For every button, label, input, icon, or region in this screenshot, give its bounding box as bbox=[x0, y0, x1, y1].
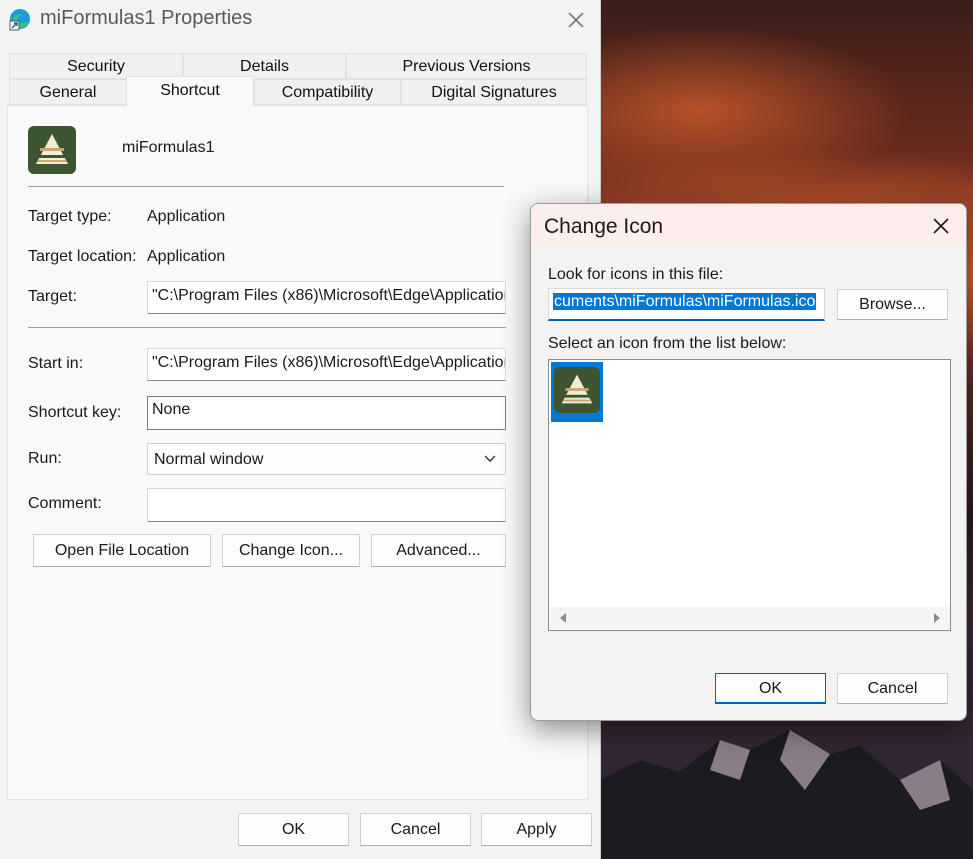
window-title: miFormulas1 Properties bbox=[40, 7, 253, 29]
target-location-label: Target location: bbox=[28, 248, 137, 265]
chevron-down-icon bbox=[484, 455, 496, 462]
start-in-input[interactable]: "C:\Program Files (x86)\Microsoft\Edge\A… bbox=[147, 348, 506, 381]
dialog-ok-button[interactable]: OK bbox=[715, 673, 826, 704]
change-icon-dialog: Change Icon Look for icons in this file:… bbox=[530, 203, 967, 721]
mountain-silhouette bbox=[600, 730, 973, 859]
browse-button[interactable]: Browse... bbox=[837, 289, 948, 320]
look-for-icons-label: Look for icons in this file: bbox=[548, 266, 724, 283]
run-label: Run: bbox=[28, 450, 62, 467]
comment-label: Comment: bbox=[28, 495, 102, 512]
tab-previous-versions[interactable]: Previous Versions bbox=[346, 53, 587, 79]
separator bbox=[28, 186, 504, 187]
close-icon[interactable] bbox=[929, 214, 953, 238]
ok-button[interactable]: OK bbox=[238, 813, 349, 846]
select-icon-label: Select an icon from the list below: bbox=[548, 335, 787, 352]
horizontal-scrollbar[interactable] bbox=[550, 607, 950, 629]
run-select[interactable]: Normal window bbox=[147, 443, 506, 475]
run-select-value: Normal window bbox=[154, 451, 264, 468]
advanced-button[interactable]: Advanced... bbox=[371, 534, 506, 567]
separator bbox=[28, 327, 506, 328]
dialog-cancel-button[interactable]: Cancel bbox=[837, 673, 948, 704]
edge-shortcut-icon bbox=[9, 9, 30, 31]
shortcut-key-input[interactable]: None bbox=[147, 396, 506, 430]
target-label: Target: bbox=[28, 288, 77, 305]
tab-general[interactable]: General bbox=[9, 79, 127, 105]
properties-window: miFormulas1 Properties Security Details … bbox=[0, 0, 601, 859]
miformulas-app-icon bbox=[28, 126, 76, 174]
open-file-location-button[interactable]: Open File Location bbox=[33, 534, 211, 567]
tab-shortcut[interactable]: Shortcut bbox=[126, 76, 254, 106]
shortcut-name: miFormulas1 bbox=[122, 139, 215, 156]
close-icon[interactable] bbox=[562, 6, 590, 34]
target-type-label: Target type: bbox=[28, 208, 112, 225]
comment-input[interactable] bbox=[147, 488, 506, 522]
icon-list-item[interactable] bbox=[551, 362, 603, 422]
cancel-button[interactable]: Cancel bbox=[360, 813, 471, 846]
shortcut-key-label: Shortcut key: bbox=[28, 404, 122, 421]
dialog-title-bar: Change Icon bbox=[531, 204, 966, 248]
dialog-title: Change Icon bbox=[544, 215, 664, 238]
apply-button[interactable]: Apply bbox=[481, 813, 592, 846]
tab-compatibility[interactable]: Compatibility bbox=[254, 79, 401, 105]
scroll-right-icon[interactable] bbox=[932, 612, 942, 624]
icon-list[interactable] bbox=[548, 359, 951, 631]
target-location-value: Application bbox=[147, 248, 226, 265]
tab-digital-signatures[interactable]: Digital Signatures bbox=[401, 79, 587, 105]
target-type-value: Application bbox=[147, 208, 226, 225]
target-input[interactable]: "C:\Program Files (x86)\Microsoft\Edge\A… bbox=[147, 281, 506, 314]
change-icon-button[interactable]: Change Icon... bbox=[222, 534, 360, 567]
icon-file-input[interactable]: cuments\miFormulas\miFormulas.ico bbox=[548, 288, 825, 321]
start-in-label: Start in: bbox=[28, 355, 84, 372]
title-bar: miFormulas1 Properties bbox=[0, 0, 601, 40]
scroll-left-icon[interactable] bbox=[558, 612, 568, 624]
icon-file-path: cuments\miFormulas\miFormulas.ico bbox=[553, 293, 817, 310]
miformulas-app-icon bbox=[554, 367, 600, 413]
